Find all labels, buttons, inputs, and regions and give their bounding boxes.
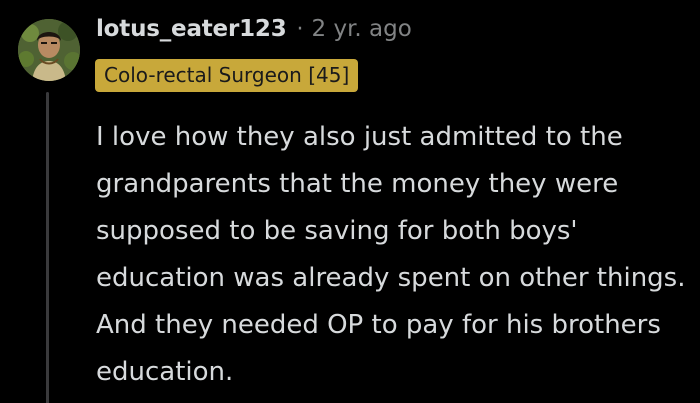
avatar-portrait-image <box>18 19 80 81</box>
comment-header: lotus_eater123 · 2 yr. ago <box>96 12 412 46</box>
comment-body: I love how they also just admitted to th… <box>96 122 686 387</box>
timestamp-link[interactable]: 2 yr. ago <box>312 16 412 42</box>
header-separator: · <box>296 16 304 42</box>
comment: lotus_eater123 · 2 yr. ago Colo-rectal S… <box>0 0 700 403</box>
user-avatar-portrait-icon[interactable] <box>18 19 80 81</box>
username-link[interactable]: lotus_eater123 <box>96 16 287 42</box>
thread-collapse-line[interactable] <box>46 92 49 403</box>
user-flair-badge: Colo-rectal Surgeon [45] <box>95 59 359 92</box>
